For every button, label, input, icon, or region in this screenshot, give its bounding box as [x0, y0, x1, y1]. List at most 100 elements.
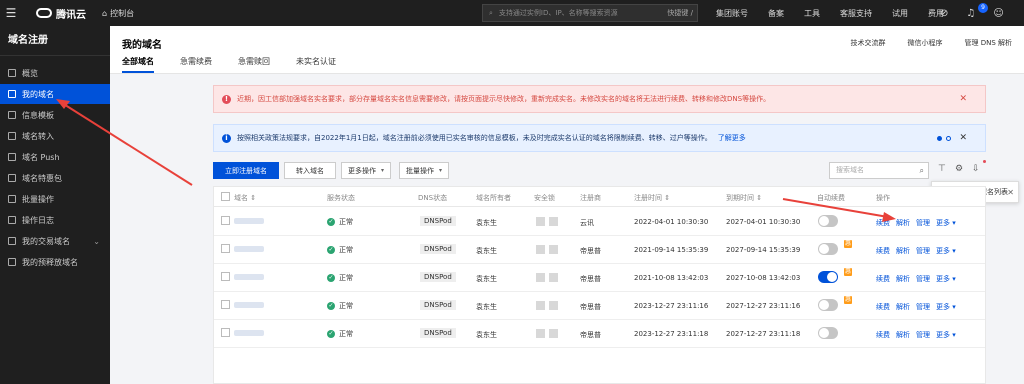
domain-search-input[interactable]: 搜索域名 ⌕	[829, 162, 929, 179]
auto-renew-toggle[interactable]	[818, 271, 838, 283]
tab-all-domains[interactable]: 全部域名	[122, 56, 154, 73]
nav-trial[interactable]: 试用	[892, 8, 908, 19]
lock-icon[interactable]	[536, 245, 545, 254]
gift-icon[interactable]: 惠	[844, 296, 852, 304]
lock-icon[interactable]	[536, 273, 545, 282]
user-icon[interactable]: ☺	[993, 8, 1003, 19]
tab-redeem-urgent[interactable]: 急需赎回	[238, 56, 270, 73]
more-dropdown[interactable]: 更多 ▾	[936, 274, 956, 284]
close-icon[interactable]: ✕	[959, 94, 967, 104]
more-ops-dropdown[interactable]: 更多操作 ▾	[341, 162, 391, 179]
domain-name-blurred[interactable]	[234, 246, 264, 252]
global-search-input[interactable]: ⌕ 支持通过实例ID、IP、名称等搜索资源 快捷键 /	[482, 4, 698, 22]
sidebar-item-bundle[interactable]: 域名特惠包	[0, 168, 110, 188]
link-mini-program[interactable]: 微信小程序	[907, 38, 942, 48]
row-checkbox[interactable]	[221, 328, 230, 337]
domain-name-blurred[interactable]	[234, 274, 264, 280]
more-dropdown[interactable]: 更多 ▾	[936, 330, 956, 340]
auto-renew-toggle[interactable]	[818, 243, 838, 255]
batch-ops-dropdown[interactable]: 批量操作 ▾	[399, 162, 449, 179]
carousel-dot[interactable]	[937, 135, 942, 141]
manage-link[interactable]: 管理	[916, 330, 930, 340]
gift-icon[interactable]: 惠	[844, 240, 852, 248]
gear-icon[interactable]: ⚙	[955, 164, 963, 174]
link-manage-dns[interactable]: 管理 DNS 解析	[964, 38, 1012, 48]
lock-icon[interactable]	[549, 245, 558, 254]
col-reg-time[interactable]: 注册时间 ⇕	[634, 193, 670, 203]
more-dropdown[interactable]: 更多 ▾	[936, 302, 956, 312]
renew-link[interactable]: 续费	[876, 274, 890, 284]
bell-icon[interactable]: ♫	[966, 8, 975, 19]
search-icon[interactable]: ⌕	[920, 163, 924, 178]
lock-icon[interactable]	[549, 217, 558, 226]
manage-link[interactable]: 管理	[916, 274, 930, 284]
col-exp-time[interactable]: 到期时间 ⇕	[726, 193, 762, 203]
close-icon[interactable]: ✕	[1007, 188, 1014, 197]
brand-logo[interactable]: 腾讯云	[36, 6, 86, 21]
resolve-link[interactable]: 解析	[896, 218, 910, 228]
filter-icon[interactable]: ⊤	[938, 164, 946, 174]
domain-name-blurred[interactable]	[234, 302, 264, 308]
lock-icon[interactable]	[549, 329, 558, 338]
learn-more-link[interactable]: 了解更多	[718, 133, 746, 143]
sidebar-item-logs[interactable]: 操作日志	[0, 210, 110, 230]
sidebar-item-overview[interactable]: 概览	[0, 63, 110, 83]
manage-link[interactable]: 管理	[916, 218, 930, 228]
lock-icon[interactable]	[536, 301, 545, 310]
col-dns-status[interactable]: DNS状态	[418, 193, 447, 203]
sidebar-item-templates[interactable]: 信息模板	[0, 105, 110, 125]
sidebar-item-my-domains[interactable]: 我的域名	[0, 84, 110, 104]
col-domain[interactable]: 域名 ⇕	[234, 193, 256, 203]
sidebar-item-push[interactable]: 域名 Push	[0, 147, 110, 167]
owner-name: 袁东生	[476, 219, 497, 227]
lock-icon[interactable]	[549, 301, 558, 310]
auto-renew-toggle[interactable]	[818, 299, 838, 311]
auto-renew-toggle[interactable]	[818, 327, 838, 339]
resolve-link[interactable]: 解析	[896, 302, 910, 312]
menu-icon[interactable]: ☰	[0, 0, 22, 26]
select-all-checkbox[interactable]	[221, 192, 230, 201]
renew-link[interactable]: 续费	[876, 246, 890, 256]
nav-support[interactable]: 客服支持	[840, 8, 872, 19]
resolve-link[interactable]: 解析	[896, 330, 910, 340]
manage-link[interactable]: 管理	[916, 302, 930, 312]
renew-link[interactable]: 续费	[876, 302, 890, 312]
more-dropdown[interactable]: 更多 ▾	[936, 218, 956, 228]
sidebar-item-trading[interactable]: 我的交易域名 ⌄	[0, 231, 110, 251]
nav-group-account[interactable]: 集团账号	[716, 8, 748, 19]
domain-name-blurred[interactable]	[234, 330, 264, 336]
auto-renew-toggle[interactable]	[818, 215, 838, 227]
carousel-dot[interactable]	[946, 135, 951, 141]
compass-icon[interactable]: ⊘	[940, 8, 948, 19]
manage-link[interactable]: 管理	[916, 246, 930, 256]
console-link[interactable]: ⌂ 控制台	[102, 8, 134, 19]
domain-name-blurred[interactable]	[234, 218, 264, 224]
row-checkbox[interactable]	[221, 216, 230, 225]
renew-link[interactable]: 续费	[876, 218, 890, 228]
resolve-link[interactable]: 解析	[896, 246, 910, 256]
lock-icon[interactable]	[536, 217, 545, 226]
sidebar-item-transfer-in[interactable]: 域名转入	[0, 126, 110, 146]
row-checkbox[interactable]	[221, 272, 230, 281]
tab-renew-urgent[interactable]: 急需续费	[180, 56, 212, 73]
nav-tools[interactable]: 工具	[804, 8, 820, 19]
sidebar-item-pre-release[interactable]: 我的预释放域名	[0, 252, 110, 272]
close-icon[interactable]: ✕	[959, 133, 967, 143]
row-checkbox[interactable]	[221, 244, 230, 253]
registration-time: 2022-04-01 10:30:30	[634, 218, 709, 226]
transfer-domain-button[interactable]: 转入域名	[284, 162, 336, 179]
lock-icon[interactable]	[536, 329, 545, 338]
download-icon[interactable]: ⇩	[972, 164, 980, 174]
link-tech-group[interactable]: 技术交流群	[850, 38, 885, 48]
lock-icon[interactable]	[549, 273, 558, 282]
row-checkbox[interactable]	[221, 300, 230, 309]
gift-icon[interactable]: 惠	[844, 268, 852, 276]
resolve-link[interactable]: 解析	[896, 274, 910, 284]
renew-link[interactable]: 续费	[876, 330, 890, 340]
sidebar-item-batch[interactable]: 批量操作	[0, 189, 110, 209]
sidebar-item-label: 信息模板	[22, 110, 54, 120]
tab-unverified[interactable]: 未实名认证	[296, 56, 336, 73]
register-domain-button[interactable]: 立即注册域名	[213, 162, 279, 179]
nav-beian[interactable]: 备案	[768, 8, 784, 19]
more-dropdown[interactable]: 更多 ▾	[936, 246, 956, 256]
